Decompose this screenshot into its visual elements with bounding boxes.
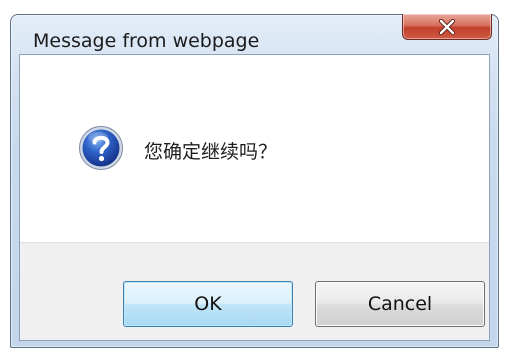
dialog-client-area: 您确定继续吗？ OK Cancel: [19, 54, 490, 341]
message-text: 您确定继续吗？: [144, 141, 278, 163]
close-icon: [438, 18, 456, 35]
button-bar: OK Cancel: [20, 242, 489, 340]
message-area: 您确定继续吗？: [20, 55, 489, 242]
dialog-title: Message from webpage: [33, 30, 260, 52]
question-icon: [79, 126, 123, 170]
dialog-window: Message from webpage 您确定继续吗？ OK Cancel: [10, 14, 499, 348]
cancel-button[interactable]: Cancel: [315, 281, 485, 327]
close-button[interactable]: [402, 14, 492, 40]
ok-button[interactable]: OK: [123, 281, 293, 327]
